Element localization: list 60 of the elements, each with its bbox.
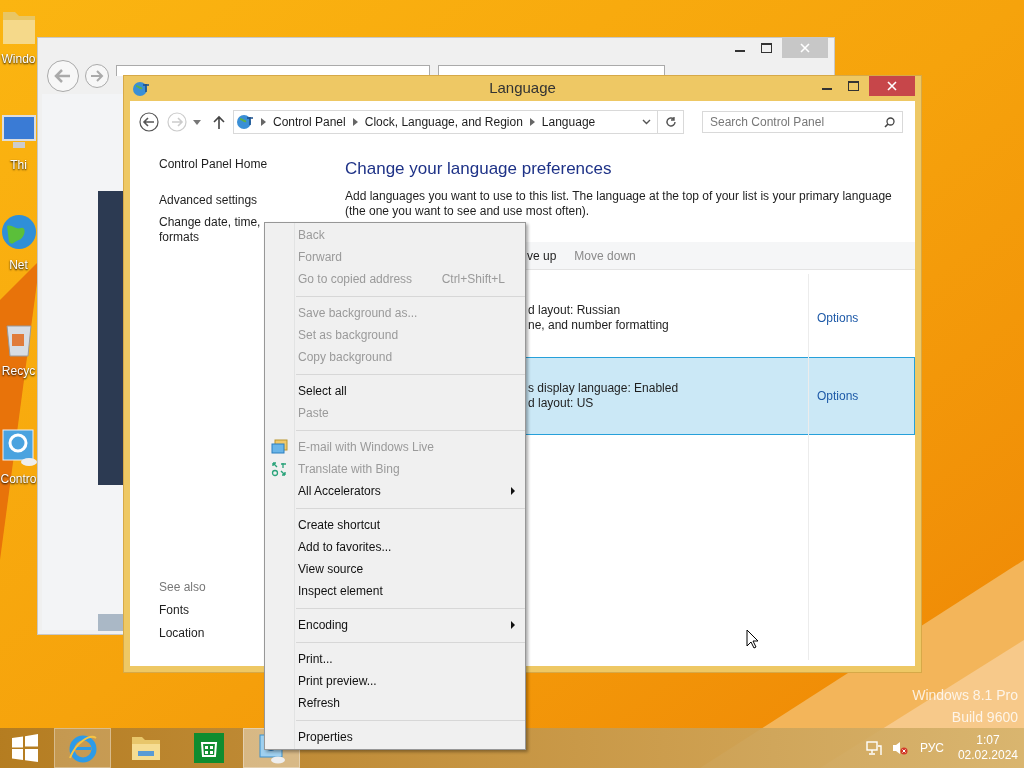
maximize-icon[interactable] bbox=[848, 81, 859, 91]
menu-item[interactable]: View source bbox=[265, 558, 525, 580]
language-detail: d layout: Russian bbox=[528, 303, 622, 318]
close-icon bbox=[887, 81, 897, 91]
sidebar-link[interactable]: Change date, time, formats bbox=[159, 215, 261, 245]
close-icon bbox=[800, 43, 810, 53]
breadcrumb-bar[interactable]: Control Panel Clock, Language, and Region Language bbox=[233, 110, 684, 134]
dropdown-icon[interactable] bbox=[193, 119, 201, 125]
mouse-pointer-icon bbox=[746, 629, 759, 649]
language-detail: ne, and number formatting bbox=[528, 318, 670, 333]
menu-item[interactable]: Print preview... bbox=[265, 670, 525, 692]
forward-icon[interactable] bbox=[84, 63, 110, 89]
edition-text: Build 9600 bbox=[951, 708, 1018, 727]
breadcrumb-item[interactable]: Clock, Language, and Region bbox=[364, 113, 523, 131]
chevron-down-icon[interactable] bbox=[642, 119, 651, 125]
up-arrow-icon[interactable] bbox=[213, 115, 225, 129]
menu-item[interactable]: Encoding bbox=[265, 614, 525, 636]
options-link[interactable]: Options bbox=[817, 387, 859, 405]
sidebar-link[interactable]: Control Panel Home bbox=[159, 156, 268, 172]
menu-item[interactable]: Add to favorites... bbox=[265, 536, 525, 558]
translate-icon bbox=[271, 461, 287, 477]
description-text: Add languages you want to use to this list. The language at the top of your list is your primary language (the one you want to see and use most often). bbox=[345, 189, 893, 219]
back-icon[interactable] bbox=[139, 112, 159, 132]
refresh-icon bbox=[664, 116, 677, 128]
globe-language-icon bbox=[236, 113, 254, 131]
search-icon bbox=[884, 117, 895, 128]
language-detail: d layout: US bbox=[528, 396, 595, 411]
muted-speaker-icon[interactable] bbox=[891, 740, 908, 756]
menu-item[interactable]: Refresh bbox=[265, 692, 525, 714]
menu-item[interactable]: All Accelerators bbox=[265, 480, 525, 502]
toolbar-link[interactable]: ve up bbox=[527, 246, 557, 265]
maximize-icon[interactable] bbox=[761, 43, 772, 53]
see-also-heading: See also bbox=[159, 579, 206, 595]
edition-text: Windows 8.1 Pro bbox=[912, 686, 1018, 705]
search-field[interactable]: Search Control Panel bbox=[702, 111, 903, 133]
sidebar-link[interactable]: Location bbox=[159, 625, 205, 641]
sidebar-link[interactable]: Fonts bbox=[159, 602, 189, 618]
tab[interactable] bbox=[438, 65, 665, 76]
store-icon bbox=[193, 733, 224, 763]
window-title: Language bbox=[489, 78, 556, 99]
page-heading: Change your language preferences bbox=[345, 158, 613, 180]
close-button[interactable] bbox=[869, 76, 915, 96]
caret-icon bbox=[261, 118, 266, 126]
breadcrumb-item[interactable]: Control Panel bbox=[273, 113, 346, 131]
sidebar-link[interactable]: Advanced settings bbox=[159, 192, 258, 208]
menu-item[interactable]: Inspect element bbox=[265, 580, 525, 602]
caret-icon bbox=[529, 118, 535, 126]
caret-icon bbox=[352, 118, 358, 126]
mail-icon bbox=[271, 439, 288, 455]
menu-item[interactable]: Print... bbox=[265, 648, 525, 670]
scrollbar-thumb bbox=[98, 614, 124, 631]
options-link[interactable]: Options bbox=[817, 309, 859, 327]
network-icon[interactable] bbox=[865, 740, 882, 756]
globe-language-icon bbox=[132, 80, 150, 98]
language-detail: s display language: Enabled bbox=[528, 381, 680, 396]
breadcrumb-item[interactable]: Language bbox=[541, 113, 596, 131]
start-icon[interactable] bbox=[11, 734, 39, 762]
menu-item[interactable]: Create shortcut bbox=[265, 514, 525, 536]
address-field[interactable] bbox=[116, 65, 430, 76]
menu-item[interactable]: Properties bbox=[265, 726, 525, 748]
